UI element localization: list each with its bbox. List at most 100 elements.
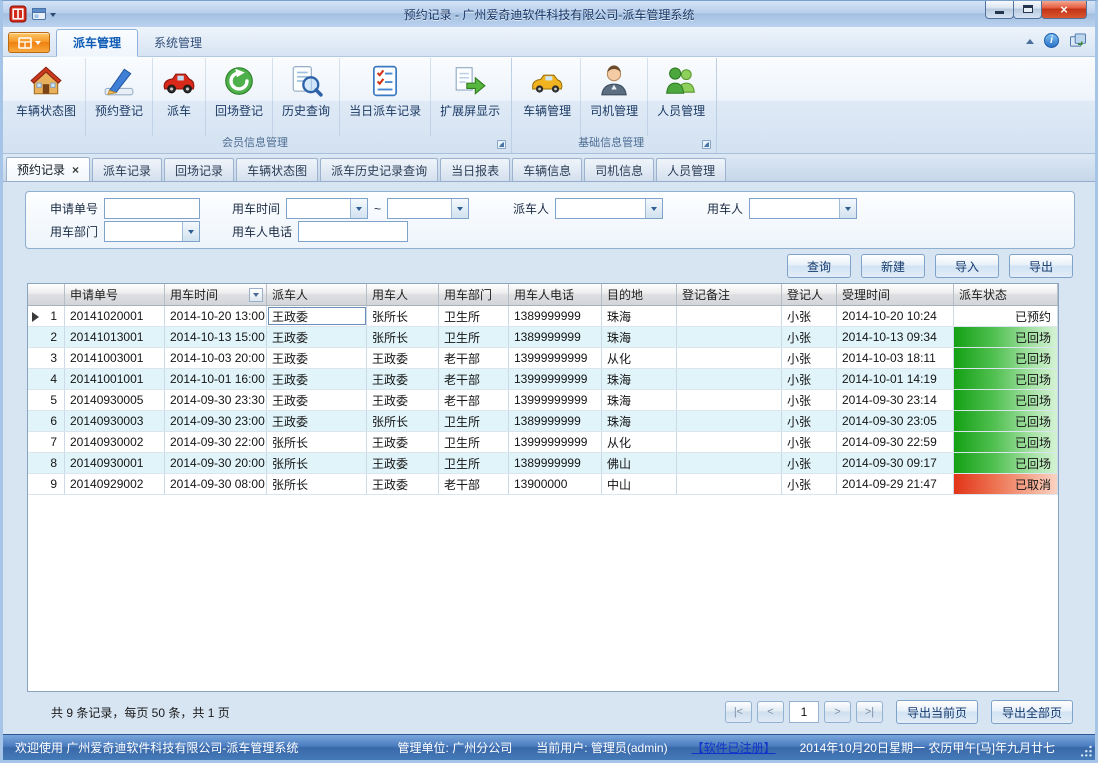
next-page-button[interactable]: > (824, 701, 851, 723)
cell-phone[interactable]: 13999999999 (509, 369, 602, 389)
chevron-down-icon[interactable] (182, 222, 199, 241)
cell-registrar[interactable]: 小张 (782, 327, 837, 347)
cell-remark[interactable] (677, 327, 782, 347)
cell-department[interactable]: 卫生所 (439, 432, 509, 452)
page-number-input[interactable] (789, 701, 819, 723)
column-header-use-time[interactable]: 用车时间 (165, 284, 267, 305)
cell-status[interactable]: 已回场 (954, 348, 1058, 368)
minimize-button[interactable] (985, 0, 1014, 19)
column-header-status[interactable]: 派车状态 (954, 284, 1058, 305)
doc-tab-1[interactable]: 派车记录 (92, 158, 162, 181)
cell-use-time[interactable]: 2014-09-30 23:30 (165, 390, 267, 410)
doc-tab-3[interactable]: 车辆状态图 (236, 158, 318, 181)
row-indicator-cell[interactable]: 3 (28, 348, 65, 368)
cell-status[interactable]: 已预约 (954, 306, 1058, 326)
cell-destination[interactable]: 中山 (602, 474, 677, 494)
cell-department[interactable]: 卫生所 (439, 453, 509, 473)
cell-registrar[interactable]: 小张 (782, 348, 837, 368)
column-header-indicator[interactable] (28, 284, 65, 305)
cell-remark[interactable] (677, 411, 782, 431)
cell-destination[interactable]: 珠海 (602, 390, 677, 410)
column-header-registrar[interactable]: 登记人 (782, 284, 837, 305)
column-header-department[interactable]: 用车部门 (439, 284, 509, 305)
prev-page-button[interactable]: < (757, 701, 784, 723)
cell-application-no[interactable]: 20140930003 (65, 411, 165, 431)
cell-phone[interactable]: 1389999999 (509, 327, 602, 347)
quick-access-icon[interactable] (31, 6, 47, 22)
cell-dispatcher[interactable]: 王政委 (267, 411, 367, 431)
ribbon-button-people-manage[interactable]: 人员管理 (648, 58, 714, 136)
filter-dropdown-icon[interactable] (249, 288, 263, 302)
column-header-remark[interactable]: 登记备注 (677, 284, 782, 305)
export-button[interactable]: 导出 (1009, 254, 1073, 278)
table-row[interactable]: 9201409290022014-09-30 08:00张所长王政委老干部139… (28, 474, 1058, 495)
cell-dispatcher[interactable]: 张所长 (267, 453, 367, 473)
cell-registrar[interactable]: 小张 (782, 453, 837, 473)
cell-destination[interactable]: 珠海 (602, 327, 677, 347)
cell-dispatcher[interactable]: 张所长 (267, 432, 367, 452)
cell-remark[interactable] (677, 432, 782, 452)
cell-phone[interactable]: 13999999999 (509, 390, 602, 410)
cell-user[interactable]: 王政委 (367, 348, 439, 368)
export-current-page-button[interactable]: 导出当前页 (896, 700, 978, 724)
cell-destination[interactable]: 从化 (602, 348, 677, 368)
cell-department[interactable]: 卫生所 (439, 411, 509, 431)
ribbon-button-return-register[interactable]: 回场登记 (206, 58, 273, 136)
chevron-down-icon[interactable] (451, 199, 468, 218)
cell-remark[interactable] (677, 390, 782, 410)
cell-department[interactable]: 老干部 (439, 474, 509, 494)
doc-tab-7[interactable]: 司机信息 (584, 158, 654, 181)
cell-accept-time[interactable]: 2014-09-30 23:14 (837, 390, 954, 410)
table-row[interactable]: 7201409300022014-09-30 22:00张所长王政委卫生所139… (28, 432, 1058, 453)
cell-application-no[interactable]: 20141003001 (65, 348, 165, 368)
ribbon-button-vehicle-manage[interactable]: 车辆管理 (514, 58, 581, 136)
close-button[interactable]: × (1041, 0, 1087, 19)
cell-use-time[interactable]: 2014-10-20 13:00 (165, 306, 267, 326)
row-indicator-cell[interactable]: 1 (28, 306, 65, 326)
license-link[interactable]: 【软件已注册】 (692, 739, 776, 756)
cell-use-time[interactable]: 2014-09-30 23:00 (165, 411, 267, 431)
cell-user[interactable]: 王政委 (367, 390, 439, 410)
cell-status[interactable]: 已回场 (954, 390, 1058, 410)
cell-dispatcher[interactable]: 王政委 (267, 390, 367, 410)
cell-status[interactable]: 已取消 (954, 474, 1058, 494)
cell-dispatcher[interactable]: 王政委 (267, 327, 367, 347)
cell-use-time[interactable]: 2014-10-13 15:00 (165, 327, 267, 347)
doc-tab-6[interactable]: 车辆信息 (512, 158, 582, 181)
cell-accept-time[interactable]: 2014-10-13 09:34 (837, 327, 954, 347)
user-combo[interactable] (749, 198, 857, 219)
row-indicator-cell[interactable]: 2 (28, 327, 65, 347)
first-page-button[interactable]: |< (725, 701, 752, 723)
cell-accept-time[interactable]: 2014-10-03 18:11 (837, 348, 954, 368)
column-header-phone[interactable]: 用车人电话 (509, 284, 602, 305)
row-indicator-cell[interactable]: 8 (28, 453, 65, 473)
table-row[interactable]: 6201409300032014-09-30 23:00王政委张所长卫生所138… (28, 411, 1058, 432)
cell-dispatcher[interactable]: 王政委 (267, 369, 367, 389)
cell-remark[interactable] (677, 453, 782, 473)
new-button[interactable]: 新建 (861, 254, 925, 278)
cell-status[interactable]: 已回场 (954, 453, 1058, 473)
cell-department[interactable]: 卫生所 (439, 306, 509, 326)
doc-tab-2[interactable]: 回场记录 (164, 158, 234, 181)
cell-application-no[interactable]: 20140929002 (65, 474, 165, 494)
cell-registrar[interactable]: 小张 (782, 474, 837, 494)
cell-accept-time[interactable]: 2014-09-30 22:59 (837, 432, 954, 452)
cell-accept-time[interactable]: 2014-09-30 09:17 (837, 453, 954, 473)
cell-destination[interactable]: 珠海 (602, 306, 677, 326)
cell-dispatcher[interactable]: 王政委 (267, 306, 367, 326)
chevron-down-icon[interactable] (645, 199, 662, 218)
ribbon-tab-1[interactable]: 系统管理 (138, 30, 218, 56)
row-indicator-cell[interactable]: 5 (28, 390, 65, 410)
cell-registrar[interactable]: 小张 (782, 306, 837, 326)
cell-application-no[interactable]: 20140930002 (65, 432, 165, 452)
cell-use-time[interactable]: 2014-09-30 08:00 (165, 474, 267, 494)
switch-window-icon[interactable] (1069, 33, 1087, 48)
cell-phone[interactable]: 1389999999 (509, 453, 602, 473)
maximize-button[interactable] (1013, 0, 1042, 19)
application-no-input[interactable] (104, 198, 200, 219)
cell-department[interactable]: 老干部 (439, 390, 509, 410)
cell-status[interactable]: 已回场 (954, 432, 1058, 452)
resize-grip[interactable] (1079, 744, 1093, 758)
cell-user[interactable]: 王政委 (367, 369, 439, 389)
ribbon-button-dispatch-car[interactable]: 派车 (153, 58, 206, 136)
